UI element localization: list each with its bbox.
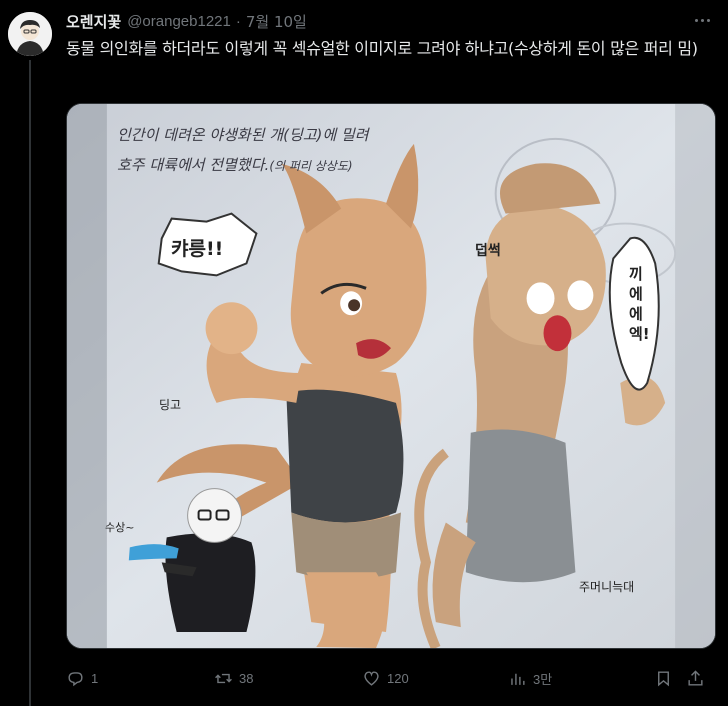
tweet-image[interactable]: 인간이 데려온 야생화된 개(딩고)에 밀려 호주 대륙에서 전멸했다.(의 퍼… [66, 103, 716, 649]
share-icon [688, 669, 703, 686]
tweet-text: 동물 의인화를 하더라도 이렇게 꼭 섹슈얼한 이미지로 그려야 하냐고(수상하… [66, 39, 698, 58]
share-button[interactable] [686, 664, 711, 692]
tweet-header: 오렌지꽃 @orangeb1221 · 7월 10일 [66, 10, 307, 32]
tweet-date[interactable]: 7월 10일 [246, 11, 307, 32]
avatar[interactable] [8, 12, 52, 56]
sfx-scream: 끼에에엑! [629, 265, 650, 343]
views-count: 3만 [533, 671, 553, 687]
views-icon [511, 673, 525, 685]
caption-line-1: 인간이 데려온 야생화된 개(딩고)에 밀려 [117, 126, 369, 144]
reply-icon [68, 671, 83, 686]
more-options-button[interactable] [690, 10, 714, 30]
views-button[interactable]: 3만 [508, 664, 552, 692]
label-thylacine: 주머니늑대 [579, 580, 635, 594]
illustration [67, 104, 715, 648]
bookmark-button[interactable] [654, 664, 679, 692]
label-suspicious: 수상~ [105, 521, 135, 534]
heart-icon [364, 670, 379, 686]
like-count: 120 [387, 670, 409, 686]
caption-line-2-note: (의 퍼리 상상도) [269, 159, 353, 173]
retweet-count: 38 [239, 670, 254, 686]
caption-line-2: 호주 대륙에서 전멸했다. [117, 156, 270, 174]
reply-button[interactable]: 1 [66, 664, 98, 692]
more-horizontal-icon [694, 18, 698, 22]
sfx-grab: 덥썩 [475, 243, 501, 259]
sfx-growl: 캬릉!! [171, 238, 224, 260]
separator-dot: · [235, 12, 241, 30]
image-caption: 인간이 데려온 야생화된 개(딩고)에 밀려 호주 대륙에서 전멸했다.(의 퍼… [117, 120, 369, 181]
display-name[interactable]: 오렌지꽃 [66, 11, 121, 32]
bookmark-icon [658, 670, 669, 686]
avatar-icon [8, 12, 52, 56]
retweet-icon [215, 673, 232, 683]
handle[interactable]: @orangeb1221 [127, 13, 231, 30]
action-bar: 1 38 120 3만 [66, 664, 716, 692]
retweet-button[interactable]: 38 [214, 664, 253, 692]
like-button[interactable]: 120 [362, 664, 409, 692]
reply-count: 1 [91, 670, 99, 686]
tweet: 오렌지꽃 @orangeb1221 · 7월 10일 동물 의인화를 하더라도 … [0, 0, 728, 706]
thread-line [29, 60, 31, 706]
label-dingo: 딩고 [159, 398, 182, 412]
